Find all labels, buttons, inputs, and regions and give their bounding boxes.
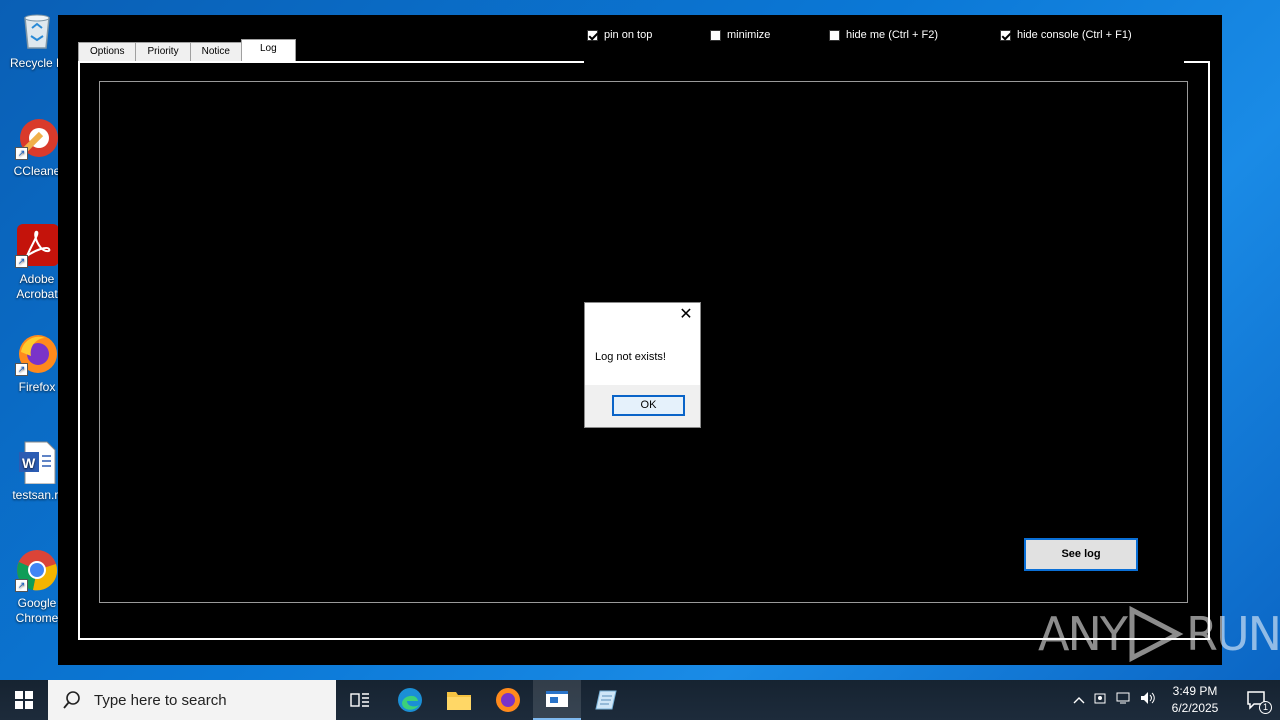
svg-text:W: W	[22, 455, 36, 471]
notification-center-button[interactable]: 1	[1232, 680, 1280, 720]
chrome-icon: ↗	[15, 548, 59, 592]
minimize-checkbox[interactable]	[710, 29, 721, 41]
taskbar-edge-button[interactable]	[386, 680, 434, 720]
option-label: minimize	[727, 29, 771, 41]
shortcut-arrow-icon: ↗	[15, 255, 28, 268]
desktop-icon-label: Recycle B	[9, 56, 65, 70]
option-pin-on-top[interactable]: pin on top	[587, 29, 652, 41]
shortcut-arrow-icon: ↗	[15, 579, 28, 592]
dialog-footer: OK	[585, 385, 700, 427]
notification-count-badge: 1	[1259, 701, 1272, 714]
option-label: hide me (Ctrl + F2)	[846, 29, 938, 41]
app-window-icon	[546, 691, 568, 707]
hide-me-checkbox[interactable]	[829, 29, 840, 41]
taskbar-firefox-button[interactable]	[484, 680, 532, 720]
tab-priority[interactable]: Priority	[135, 42, 191, 61]
option-minimize[interactable]: minimize	[710, 29, 770, 41]
hide-console-checkbox[interactable]	[1000, 29, 1011, 41]
taskbar-clock[interactable]: 3:49 PM 6/2/2025	[1160, 683, 1230, 717]
option-label: hide console (Ctrl + F1)	[1017, 29, 1132, 41]
play-icon	[1129, 606, 1184, 662]
search-icon	[62, 690, 82, 710]
firefox-icon	[496, 688, 520, 712]
desktop-icon-label: Firefox	[18, 380, 56, 394]
clock-date: 6/2/2025	[1171, 701, 1219, 715]
taskbar-app-button[interactable]	[582, 680, 630, 720]
anyrun-watermark: ANY RUN	[1038, 606, 1280, 662]
tab-notice[interactable]: Notice	[189, 42, 242, 61]
system-tray	[1070, 680, 1160, 720]
option-label: pin on top	[604, 29, 653, 41]
pin-on-top-checkbox[interactable]	[587, 29, 598, 41]
message-dialog: ✕ Log not exists! OK	[584, 302, 701, 428]
tab-options[interactable]: Options	[78, 42, 137, 61]
recycle-bin-icon	[15, 8, 59, 52]
option-hide-me[interactable]: hide me (Ctrl + F2)	[829, 29, 938, 41]
edge-icon	[398, 688, 422, 712]
meet-now-icon[interactable]	[1088, 691, 1112, 710]
task-view-icon	[350, 693, 369, 707]
desktop-icon-label: CCleane	[13, 164, 61, 178]
clock-time: 3:49 PM	[1172, 684, 1218, 698]
taskbar: Type here to search 3:49 PM 6/2/2025 1	[0, 680, 1280, 720]
search-placeholder: Type here to search	[94, 691, 227, 709]
volume-icon[interactable]	[1136, 691, 1160, 710]
desktop-icon-label: testsan.rt	[12, 488, 62, 502]
taskbar-file-explorer-button[interactable]	[435, 680, 483, 720]
tab-log[interactable]: Log	[240, 39, 296, 61]
shortcut-arrow-icon: ↗	[15, 147, 28, 160]
watermark-left: ANY	[1038, 607, 1128, 661]
ok-button[interactable]: OK	[612, 395, 685, 416]
windows-logo-icon	[15, 691, 33, 709]
dialog-message: Log not exists!	[595, 351, 666, 363]
word-document-icon: W	[15, 440, 59, 485]
chevron-up-icon[interactable]	[1070, 691, 1088, 709]
network-icon[interactable]	[1112, 691, 1136, 710]
firefox-icon: ↗	[15, 332, 59, 376]
task-view-button[interactable]	[336, 680, 384, 720]
notepad-icon	[595, 690, 617, 710]
ccleaner-icon: ↗	[15, 116, 59, 160]
tab-strip: Options Priority Notice Log	[78, 39, 296, 61]
folder-icon	[447, 692, 471, 710]
close-icon[interactable]: ✕	[678, 307, 694, 323]
taskbar-app-button-active[interactable]	[533, 680, 581, 720]
watermark-right: RUN	[1185, 607, 1280, 661]
see-log-button[interactable]: See log	[1024, 538, 1138, 571]
start-button[interactable]	[0, 680, 48, 720]
acrobat-icon: ↗	[15, 224, 59, 268]
taskbar-search-box[interactable]: Type here to search	[48, 680, 336, 720]
shortcut-arrow-icon: ↗	[15, 363, 28, 376]
option-hide-console[interactable]: hide console (Ctrl + F1)	[1000, 29, 1132, 41]
